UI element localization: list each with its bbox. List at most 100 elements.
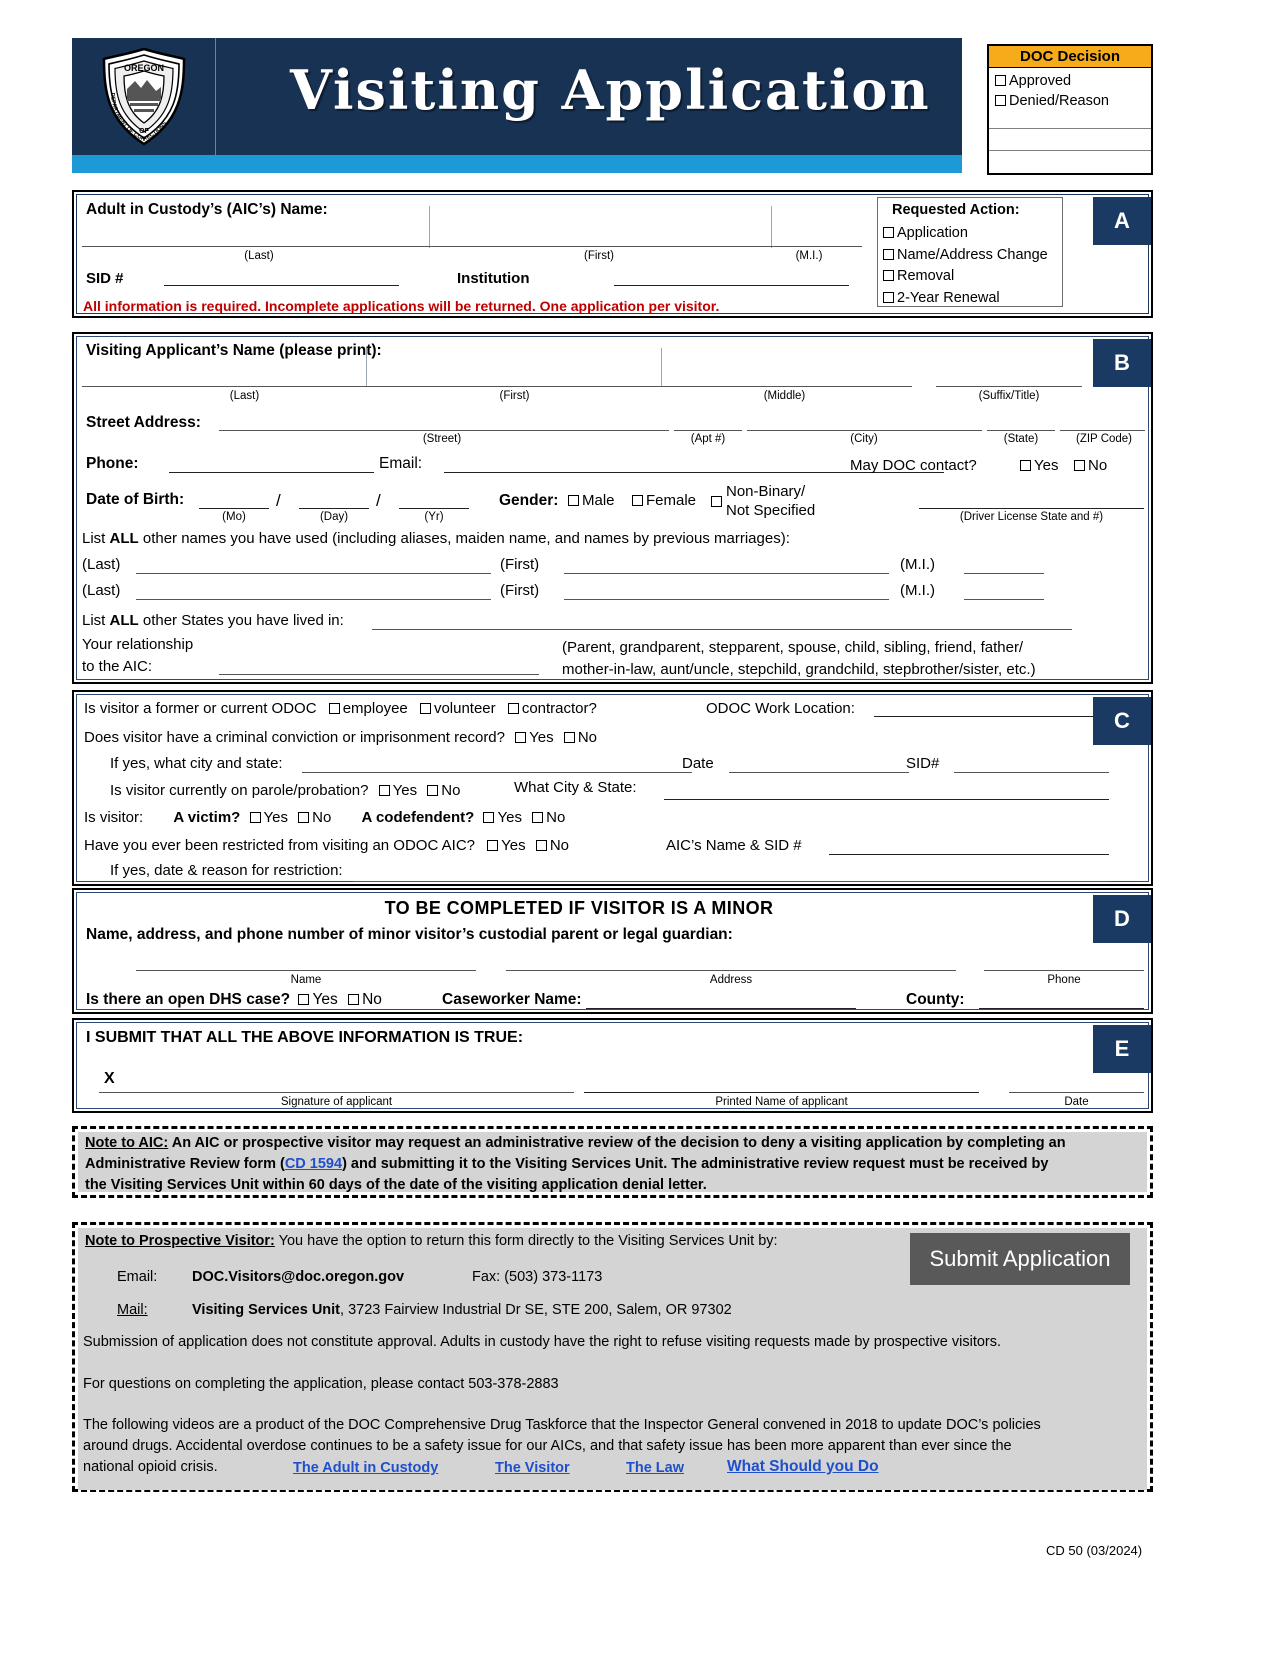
alias1-first-input[interactable] [564, 573, 889, 574]
link-the-adult-in-custody[interactable]: The Adult in Custody [293, 1458, 438, 1479]
checkbox-parole-no[interactable] [427, 785, 439, 796]
apt-input[interactable] [674, 430, 742, 431]
city-input[interactable] [747, 430, 982, 431]
conviction-yes[interactable]: Yes [515, 729, 554, 746]
requested-action-renewal[interactable]: 2-Year Renewal [883, 288, 1048, 310]
checkbox-victim-no[interactable] [298, 812, 310, 823]
conviction-city-state-input[interactable] [302, 772, 692, 773]
gender-female[interactable]: Female [632, 492, 696, 509]
printed-name-input[interactable] [584, 1092, 979, 1093]
alias2-mi-input[interactable] [964, 599, 1044, 600]
relationship-label-line1: Your relationship [82, 636, 194, 653]
alias1-mi-input[interactable] [964, 573, 1044, 574]
caseworker-input[interactable] [586, 1008, 856, 1009]
work-location-input[interactable] [874, 716, 1094, 717]
alias2-first-input[interactable] [564, 599, 889, 600]
victim-no[interactable]: No [298, 809, 331, 826]
guardian-phone-input[interactable] [984, 970, 1144, 971]
may-doc-contact-no[interactable]: No [1074, 457, 1107, 474]
odoc-contractor[interactable]: contractor? [507, 700, 597, 717]
driver-license-input[interactable] [919, 508, 1144, 509]
victim-yes[interactable]: Yes [249, 809, 288, 826]
checkbox-conviction-yes[interactable] [515, 732, 527, 743]
requested-action-removal[interactable]: Removal [883, 266, 1048, 288]
phone-input[interactable] [169, 472, 374, 473]
restricted-yes[interactable]: Yes [487, 837, 526, 854]
conviction-sid-input[interactable] [954, 772, 1109, 773]
checkbox-dhs-no[interactable] [348, 994, 360, 1005]
checkbox-codefendent-no[interactable] [532, 812, 544, 823]
codefendent-yes[interactable]: Yes [483, 809, 522, 826]
approval-disclaimer: Submission of application does not const… [83, 1334, 1002, 1350]
zip-input[interactable] [1060, 430, 1145, 431]
guardian-address-input[interactable] [506, 970, 956, 971]
conviction-no[interactable]: No [563, 729, 597, 746]
applicant-name-input[interactable] [82, 386, 912, 387]
checkbox-doc-contact-no[interactable] [1074, 460, 1085, 471]
checkbox-codefendent-yes[interactable] [483, 812, 495, 823]
dhs-no[interactable]: No [348, 991, 382, 1008]
alias2-last-input[interactable] [136, 599, 491, 600]
other-states-input[interactable] [372, 629, 1072, 630]
conviction-date-input[interactable] [729, 772, 909, 773]
dhs-yes[interactable]: Yes [298, 991, 338, 1008]
checkbox-restricted-no[interactable] [535, 840, 547, 851]
requested-action-application[interactable]: Application [883, 223, 1048, 245]
checkbox-conviction-no[interactable] [563, 732, 575, 743]
county-input[interactable] [979, 1008, 1144, 1009]
parole-city-state-input[interactable] [664, 799, 1109, 800]
requested-action-name-address[interactable]: Name/Address Change [883, 245, 1048, 267]
street-input[interactable] [219, 430, 669, 431]
codefendent-no[interactable]: No [532, 809, 565, 826]
checkbox-doc-contact-yes[interactable] [1020, 460, 1031, 471]
doc-decision-write-line-1[interactable] [989, 128, 1151, 150]
applicant-suffix-input[interactable] [936, 386, 1082, 387]
dob-year-input[interactable] [399, 508, 469, 509]
signature-date-input[interactable] [1009, 1092, 1144, 1093]
checkbox-gender-female[interactable] [632, 495, 643, 506]
checkbox-2year-renewal[interactable] [883, 291, 894, 303]
link-the-visitor[interactable]: The Visitor [495, 1458, 570, 1479]
doc-decision-denied[interactable]: Denied/Reason [995, 91, 1151, 111]
restricted-aic-input[interactable] [829, 854, 1109, 855]
link-what-should-you-do[interactable]: What Should you Do [727, 1456, 879, 1477]
doc-decision-approved[interactable]: Approved [995, 71, 1151, 91]
parole-no[interactable]: No [427, 782, 460, 799]
doc-decision-write-line-2[interactable] [989, 150, 1151, 173]
checkbox-name-address-change[interactable] [883, 248, 894, 260]
dob-day-input[interactable] [299, 508, 369, 509]
link-the-law[interactable]: The Law [626, 1458, 684, 1479]
odoc-volunteer[interactable]: volunteer [419, 700, 496, 717]
aic-name-input[interactable] [82, 246, 862, 247]
checkbox-application[interactable] [883, 227, 894, 238]
checkbox-restricted-yes[interactable] [487, 840, 499, 851]
restriction-reason-input[interactable] [354, 881, 1109, 882]
submit-application-button[interactable]: Submit Application [910, 1233, 1130, 1285]
institution-input[interactable] [614, 285, 849, 286]
odoc-employee[interactable]: employee [328, 700, 408, 717]
restricted-no[interactable]: No [535, 837, 569, 854]
checkbox-denied[interactable] [995, 95, 1006, 106]
checkbox-removal[interactable] [883, 270, 894, 281]
checkbox-gender-nonbinary[interactable] [711, 496, 722, 507]
checkbox-dhs-yes[interactable] [298, 994, 310, 1005]
parole-yes[interactable]: Yes [378, 782, 417, 799]
gender-male[interactable]: Male [568, 492, 615, 509]
checkbox-odoc-contractor[interactable] [507, 703, 519, 714]
state-input[interactable] [987, 430, 1055, 431]
may-doc-contact-yes[interactable]: Yes [1020, 457, 1058, 474]
guardian-name-input[interactable] [136, 970, 476, 971]
checkbox-approved[interactable] [995, 75, 1006, 86]
note-to-aic-box: Note to AIC: An AIC or prospective visit… [72, 1126, 1153, 1198]
cd-1594-link[interactable]: CD 1594 [285, 1156, 342, 1172]
checkbox-odoc-employee[interactable] [328, 703, 340, 714]
checkbox-gender-male[interactable] [568, 495, 579, 506]
alias1-last-input[interactable] [136, 573, 491, 574]
checkbox-victim-yes[interactable] [249, 812, 261, 823]
signature-input[interactable] [99, 1092, 574, 1093]
dob-month-input[interactable] [199, 508, 269, 509]
checkbox-odoc-volunteer[interactable] [419, 703, 431, 714]
checkbox-parole-yes[interactable] [378, 785, 390, 796]
relationship-input[interactable] [219, 674, 539, 675]
sid-input[interactable] [164, 285, 399, 286]
